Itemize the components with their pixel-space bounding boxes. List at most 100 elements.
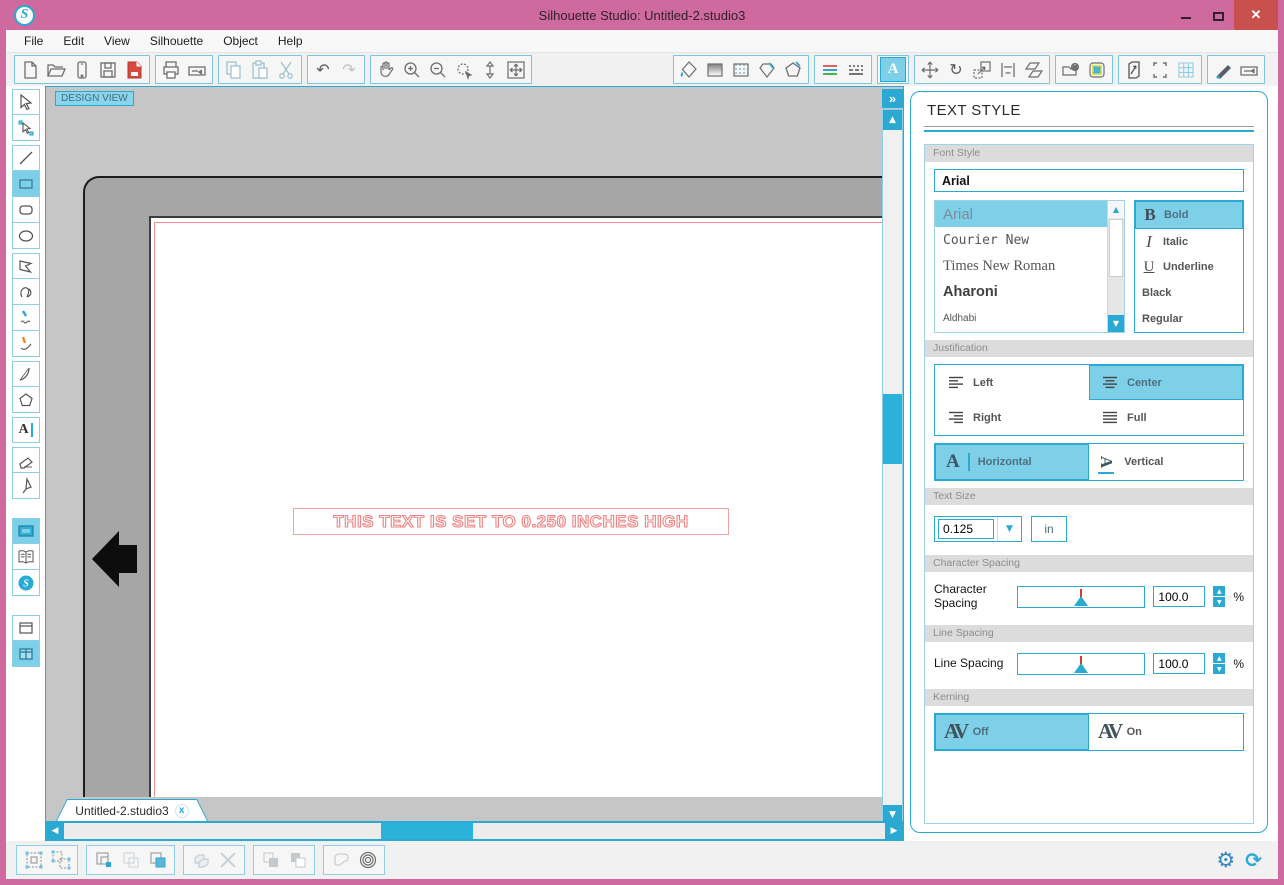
character-spacing-slider-handle[interactable] [1074, 596, 1088, 606]
fill-gradient-button[interactable] [702, 57, 728, 82]
line-spacing-value[interactable] [1153, 653, 1205, 674]
font-item-aldhabi[interactable]: Aldhabi [935, 305, 1107, 331]
font-scroll-up-icon[interactable]: ▲ [1108, 201, 1124, 218]
polygon-tool[interactable] [12, 253, 40, 279]
text-tool[interactable]: A [12, 417, 40, 443]
style-bold-button[interactable]: BBold [1135, 201, 1243, 229]
vertical-scrollbar[interactable]: ▲ ▼ [882, 109, 903, 826]
group-button[interactable] [20, 847, 47, 873]
fill-pattern-button[interactable] [728, 57, 754, 82]
store-view-button[interactable]: S [12, 570, 40, 596]
trace-outline-button[interactable] [354, 847, 381, 873]
spin-down-icon[interactable]: ▼ [1213, 664, 1225, 674]
document-tab[interactable]: Untitled-2.studio3 x [56, 799, 208, 821]
curve-tool[interactable] [12, 279, 40, 305]
text-size-unit-button[interactable]: in [1031, 516, 1067, 542]
scroll-right-button[interactable]: ▶ [885, 821, 903, 841]
horizontal-scroll-track[interactable] [64, 823, 885, 839]
text-size-input[interactable] [938, 519, 994, 539]
save-button[interactable] [95, 57, 121, 82]
horizontal-scrollbar[interactable]: ◀ ▶ [46, 821, 903, 841]
justify-right-button[interactable]: Right [935, 400, 1089, 435]
tab-close-icon[interactable]: x [175, 804, 189, 818]
sketch-pen-button[interactable] [1210, 57, 1236, 82]
minimize-button[interactable] [1170, 0, 1202, 30]
cut-button[interactable] [273, 57, 299, 82]
spin-up-icon[interactable]: ▲ [1213, 653, 1225, 664]
zoom-in-button[interactable] [399, 57, 425, 82]
preferences-gear-icon[interactable]: ⚙ [1216, 850, 1235, 871]
justify-full-button[interactable]: Full [1089, 400, 1243, 435]
style-italic-button[interactable]: IItalic [1135, 229, 1243, 255]
regular-polygon-tool[interactable] [12, 387, 40, 413]
sync-icon[interactable]: ⟳ [1245, 850, 1262, 870]
text-style-button[interactable]: A [880, 57, 906, 82]
library-folder-button[interactable]: M [1058, 57, 1084, 82]
font-item-aharoni[interactable]: Aharoni [935, 279, 1107, 305]
rotate-button[interactable]: ↻ [943, 57, 969, 82]
redo-button[interactable]: ↷ [336, 57, 362, 82]
zoom-slider-button[interactable] [477, 57, 503, 82]
font-list-scrollbar[interactable]: ▲ ▼ [1107, 201, 1124, 332]
menu-edit[interactable]: Edit [53, 30, 94, 52]
align-button[interactable] [995, 57, 1021, 82]
rectangle-tool[interactable] [12, 171, 40, 197]
style-black-button[interactable]: Black [1135, 280, 1243, 306]
fit-to-page-button[interactable] [503, 57, 529, 82]
character-spacing-spinner[interactable]: ▲▼ [1213, 586, 1225, 607]
spin-down-icon[interactable]: ▼ [1213, 597, 1225, 607]
kerning-off-button[interactable]: AVOff [935, 714, 1089, 750]
zoom-out-button[interactable] [425, 57, 451, 82]
menu-file[interactable]: File [14, 30, 53, 52]
line-spacing-slider-handle[interactable] [1074, 663, 1088, 673]
make-compound-path-button[interactable] [90, 847, 117, 873]
new-document-button[interactable] [17, 57, 43, 82]
justify-left-button[interactable]: Left [935, 365, 1089, 400]
design-page-view-button[interactable] [12, 518, 40, 544]
page-flip-button[interactable] [1121, 57, 1147, 82]
pan-button[interactable] [373, 57, 399, 82]
line-polygon-button[interactable] [780, 57, 806, 82]
page-setup-button[interactable] [1147, 57, 1173, 82]
font-item-arial[interactable]: Arial [935, 201, 1107, 227]
style-underline-button[interactable]: UUnderline [1135, 255, 1243, 281]
print-button[interactable] [158, 57, 184, 82]
panel-expand-button[interactable]: » [882, 89, 903, 108]
rounded-rectangle-tool[interactable] [12, 197, 40, 223]
split-pane-button[interactable] [12, 641, 40, 667]
release-compound-path-button[interactable] [117, 847, 144, 873]
single-pane-button[interactable] [12, 615, 40, 641]
orientation-vertical-button[interactable]: AVertical [1089, 444, 1243, 480]
menu-view[interactable]: View [94, 30, 140, 52]
bring-forward-button[interactable] [257, 847, 284, 873]
line-style-button[interactable] [843, 57, 869, 82]
close-button[interactable]: ✕ [1234, 0, 1278, 30]
paste-button[interactable] [247, 57, 273, 82]
shear-button[interactable] [1021, 57, 1047, 82]
divide-button[interactable] [214, 847, 241, 873]
ungroup-button[interactable] [47, 847, 74, 873]
fill-color-button[interactable] [676, 57, 702, 82]
line-spacing-slider[interactable] [1017, 653, 1145, 675]
pixscan-button[interactable] [69, 57, 95, 82]
font-item-times[interactable]: Times New Roman [935, 253, 1107, 279]
scroll-up-button[interactable]: ▲ [883, 110, 902, 130]
weld-button[interactable] [187, 847, 214, 873]
character-spacing-slider[interactable] [1017, 586, 1145, 608]
show-grid-button[interactable] [1173, 57, 1199, 82]
scroll-left-button[interactable]: ◀ [46, 821, 64, 841]
design-canvas[interactable]: DESIGN VIEW THIS TEXT IS SET TO 0.250 IN… [45, 86, 904, 841]
kerning-on-button[interactable]: AVOn [1089, 714, 1243, 750]
line-spacing-spinner[interactable]: ▲▼ [1213, 653, 1225, 674]
offset-button[interactable] [327, 847, 354, 873]
scale-button[interactable] [969, 57, 995, 82]
move-button[interactable] [917, 57, 943, 82]
maximize-button[interactable] [1202, 0, 1234, 30]
zoom-selection-button[interactable] [451, 57, 477, 82]
character-spacing-value[interactable] [1153, 586, 1205, 607]
justify-center-button[interactable]: Center [1089, 365, 1243, 400]
ellipse-tool[interactable] [12, 223, 40, 249]
compound-filled-button[interactable] [144, 847, 171, 873]
save-to-library-button[interactable] [121, 57, 147, 82]
font-item-courier[interactable]: Courier New [935, 227, 1107, 253]
